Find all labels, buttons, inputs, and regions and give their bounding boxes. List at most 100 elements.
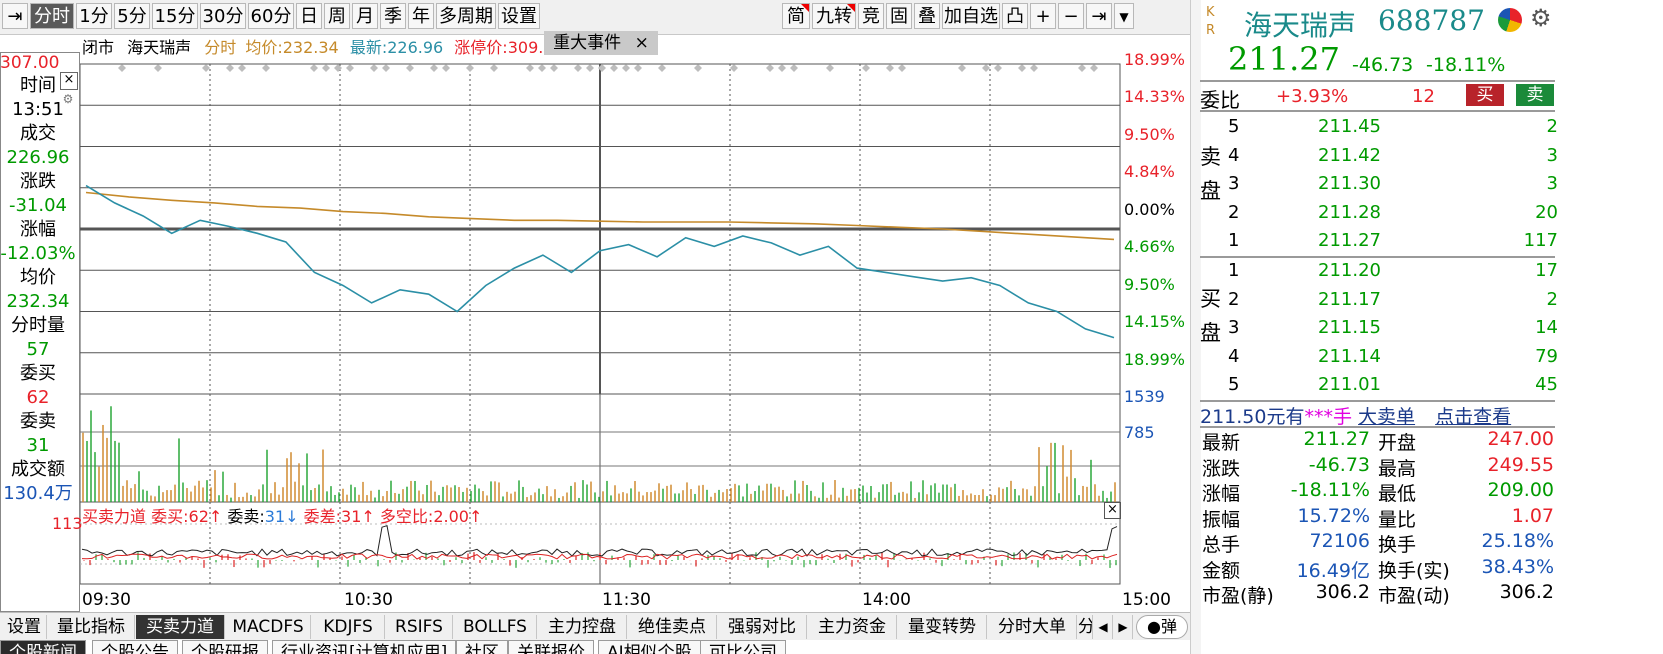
indicator-diff-label: 委差: xyxy=(303,507,342,526)
stat-label: 金额 xyxy=(1202,559,1241,582)
ask-row[interactable]: 5 211.45 2 xyxy=(1224,116,1558,144)
event-marker xyxy=(346,64,354,72)
zoom-in-button[interactable]: + xyxy=(1030,3,1056,29)
toggle-dot-icon: ● xyxy=(1147,617,1161,636)
gear-icon[interactable]: ⚙ xyxy=(1530,4,1552,32)
major-events-button[interactable]: 重大事件 × xyxy=(544,31,658,55)
period-tab-4[interactable]: 30分 xyxy=(200,3,246,29)
first-page-icon[interactable]: ⇥ xyxy=(2,3,28,29)
bid-row[interactable]: 5 211.01 45 xyxy=(1224,374,1558,402)
event-marker xyxy=(886,64,894,72)
volume-value: 226.96 xyxy=(6,147,70,168)
time-axis-3: 14:00 xyxy=(862,590,911,610)
big-order-price: 211.50元有 xyxy=(1200,406,1305,428)
tab-ai-similar[interactable]: AI相似个股 xyxy=(598,640,701,654)
indicator-tabs: 设置 量比指标 买卖力道 MACDFS KDJFS RSIFS BOLLFS 主… xyxy=(0,612,1190,641)
big-order-link[interactable]: 点击查看 xyxy=(1435,406,1511,428)
bidding-button[interactable]: 竞 xyxy=(858,3,884,29)
scroll-right-icon[interactable]: ▶ xyxy=(1114,615,1133,639)
tab-kdjfs[interactable]: KDJFS xyxy=(312,615,385,639)
stat-label: 涨幅 xyxy=(1202,483,1241,505)
period-tab-3[interactable]: 15分 xyxy=(152,3,198,29)
ask-volume: 117 xyxy=(1523,230,1558,252)
period-tab-10[interactable]: 年 xyxy=(408,3,434,29)
bid-level: 5 xyxy=(1228,374,1240,396)
period-tab-settings[interactable]: 设置 xyxy=(498,3,540,29)
tab-main-funds[interactable]: 主力资金 xyxy=(808,615,897,639)
ask-row[interactable]: 3 211.30 3 xyxy=(1224,173,1558,201)
period-tab-11[interactable]: 多周期 xyxy=(436,3,496,29)
sell-button[interactable]: 卖 xyxy=(1516,84,1554,106)
tab-related-quotes[interactable]: 关联报价 xyxy=(508,640,594,654)
tab-volume-ratio[interactable]: 量比指标 xyxy=(48,615,135,639)
add-watchlist-button[interactable]: 加自选 xyxy=(942,3,1000,29)
current-price: 211.27 xyxy=(1228,40,1340,78)
stat-value: 1.07 xyxy=(1511,504,1554,527)
axis-label-0: 18.99% xyxy=(1124,50,1186,69)
period-tab-0[interactable]: 分时 xyxy=(30,3,74,29)
change-value: -31.04 xyxy=(8,195,68,216)
popup-toggle[interactable]: ●弹 xyxy=(1136,615,1188,639)
tab-more[interactable]: 分 xyxy=(1078,615,1093,639)
nine-turn-button[interactable]: 九转 xyxy=(812,3,856,29)
tab-comparable[interactable]: 可比公司 xyxy=(700,640,786,654)
chevron-down-icon[interactable]: ▼ xyxy=(1114,3,1134,29)
close-indicator-icon[interactable]: × xyxy=(1104,502,1121,519)
tab-bollfs[interactable]: BOLLFS xyxy=(454,615,537,639)
tab-stock-research[interactable]: 个股研报 xyxy=(182,640,268,654)
left-stats: 时间 13:51 成交 226.96 涨跌 -31.04 涨幅 -12.03% … xyxy=(0,74,76,506)
period-tab-9[interactable]: 季 xyxy=(380,3,406,29)
zoom-out-button[interactable]: − xyxy=(1058,3,1084,29)
ask-row[interactable]: 4 211.42 3 xyxy=(1224,145,1558,173)
tab-big-orders[interactable]: 分时大单 xyxy=(988,615,1077,639)
period-tab-7[interactable]: 周 xyxy=(324,3,350,29)
last-page-icon[interactable]: ⇥ xyxy=(1086,3,1112,29)
period-tab-8[interactable]: 月 xyxy=(352,3,378,29)
ask-row[interactable]: 2 211.28 20 xyxy=(1224,202,1558,230)
period-tab-6[interactable]: 日 xyxy=(296,3,322,29)
event-marker xyxy=(238,64,246,72)
period-tab-5[interactable]: 60分 xyxy=(248,3,294,29)
bid-row[interactable]: 3 211.15 14 xyxy=(1224,317,1558,345)
simple-button[interactable]: 简 xyxy=(782,3,810,29)
pie-chart-icon[interactable] xyxy=(1498,8,1522,32)
stat-label: 市盈(动) xyxy=(1378,585,1450,607)
tab-sell-point[interactable]: 绝佳卖点 xyxy=(628,615,717,639)
period-tab-1[interactable]: 1分 xyxy=(76,3,112,29)
tab-main-control[interactable]: 主力控盘 xyxy=(538,615,627,639)
axis-label-3: 4.84% xyxy=(1124,162,1175,181)
tab-stock-announcements[interactable]: 个股公告 xyxy=(92,640,178,654)
buy-button[interactable]: 买 xyxy=(1466,84,1504,106)
tab-community[interactable]: 社区 xyxy=(456,640,508,654)
bid-row[interactable]: 4 211.14 79 xyxy=(1224,346,1558,374)
lock-icon[interactable]: 凸 xyxy=(1002,3,1028,29)
fixed-button[interactable]: 固 xyxy=(886,3,912,29)
stock-name-label: 海天瑞声 xyxy=(127,38,192,57)
event-marker xyxy=(322,64,330,72)
tab-buy-sell-power[interactable]: 买卖力道 xyxy=(136,615,225,639)
event-marker xyxy=(226,64,234,72)
overlay-button[interactable]: 叠 xyxy=(914,3,940,29)
stat-value: 211.27 xyxy=(1303,428,1370,450)
tab-strength[interactable]: 强弱对比 xyxy=(718,615,807,639)
ask-row[interactable]: 1 211.27 117 xyxy=(1224,230,1558,258)
bid-row[interactable]: 1 211.20 17 xyxy=(1224,260,1558,288)
stat-value: 15.72% xyxy=(1297,504,1370,527)
tab-rsifs[interactable]: RSIFS xyxy=(386,615,453,639)
bid-row[interactable]: 2 211.17 2 xyxy=(1224,289,1558,317)
stat-value: 306.2 xyxy=(1315,581,1370,603)
bid-volume: 2 xyxy=(1546,288,1558,310)
ask-level: 5 xyxy=(1228,116,1240,137)
tab-settings[interactable]: 设置 xyxy=(2,615,47,639)
limit-up-label: 涨停价: xyxy=(454,38,508,57)
stat-value: 247.00 xyxy=(1487,428,1554,450)
close-icon[interactable]: × xyxy=(635,33,649,53)
bid-level: 2 xyxy=(1228,288,1240,310)
tab-volume-trend[interactable]: 量变转势 xyxy=(898,615,987,639)
tab-industry-news[interactable]: 行业资讯[计算机应用] xyxy=(272,640,457,654)
tab-stock-news[interactable]: 个股新闻 xyxy=(0,640,86,654)
scroll-left-icon[interactable]: ◀ xyxy=(1094,615,1113,639)
period-tab-2[interactable]: 5分 xyxy=(114,3,150,29)
event-marker xyxy=(370,64,378,72)
tab-macdfs[interactable]: MACDFS xyxy=(226,615,311,639)
